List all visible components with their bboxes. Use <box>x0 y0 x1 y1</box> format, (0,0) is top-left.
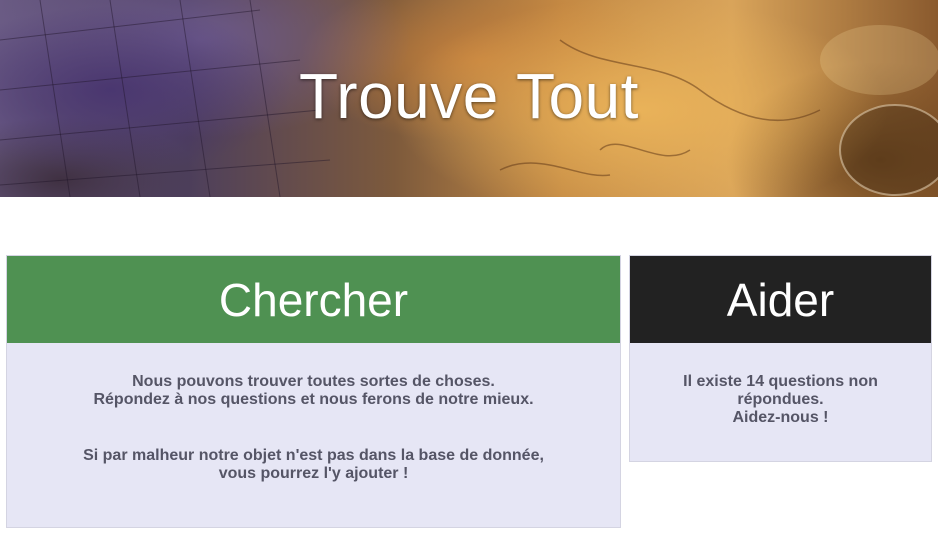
site-title: Trouve Tout <box>299 60 639 132</box>
search-add-line-1: Si par malheur notre objet n'est pas dan… <box>83 447 544 464</box>
search-add-line-2: vous pourrez l'y ajouter ! <box>218 465 409 482</box>
search-panel-body: Nous pouvons trouver toutes sortes de ch… <box>7 343 620 483</box>
help-panel[interactable]: Aider Il existe 14 questions non répondu… <box>629 255 932 462</box>
header-banner: Trouve Tout <box>0 0 938 197</box>
help-line-2: répondues. <box>737 391 824 408</box>
search-add-text: Si par malheur notre objet n'est pas dan… <box>7 447 620 483</box>
help-panel-header[interactable]: Aider <box>630 256 931 343</box>
search-panel[interactable]: Chercher Nous pouvons trouver toutes sor… <box>6 255 621 528</box>
help-panel-body: Il existe 14 questions non répondues. Ai… <box>630 343 931 427</box>
help-line-1: Il existe 14 questions non <box>683 373 878 390</box>
search-intro-line-2: Répondez à nos questions et nous ferons … <box>93 391 534 408</box>
search-intro-text: Nous pouvons trouver toutes sortes de ch… <box>7 373 620 409</box>
search-intro-line-1: Nous pouvons trouver toutes sortes de ch… <box>132 373 495 390</box>
help-line-3: Aidez-nous ! <box>732 409 829 426</box>
search-panel-header[interactable]: Chercher <box>7 256 620 343</box>
